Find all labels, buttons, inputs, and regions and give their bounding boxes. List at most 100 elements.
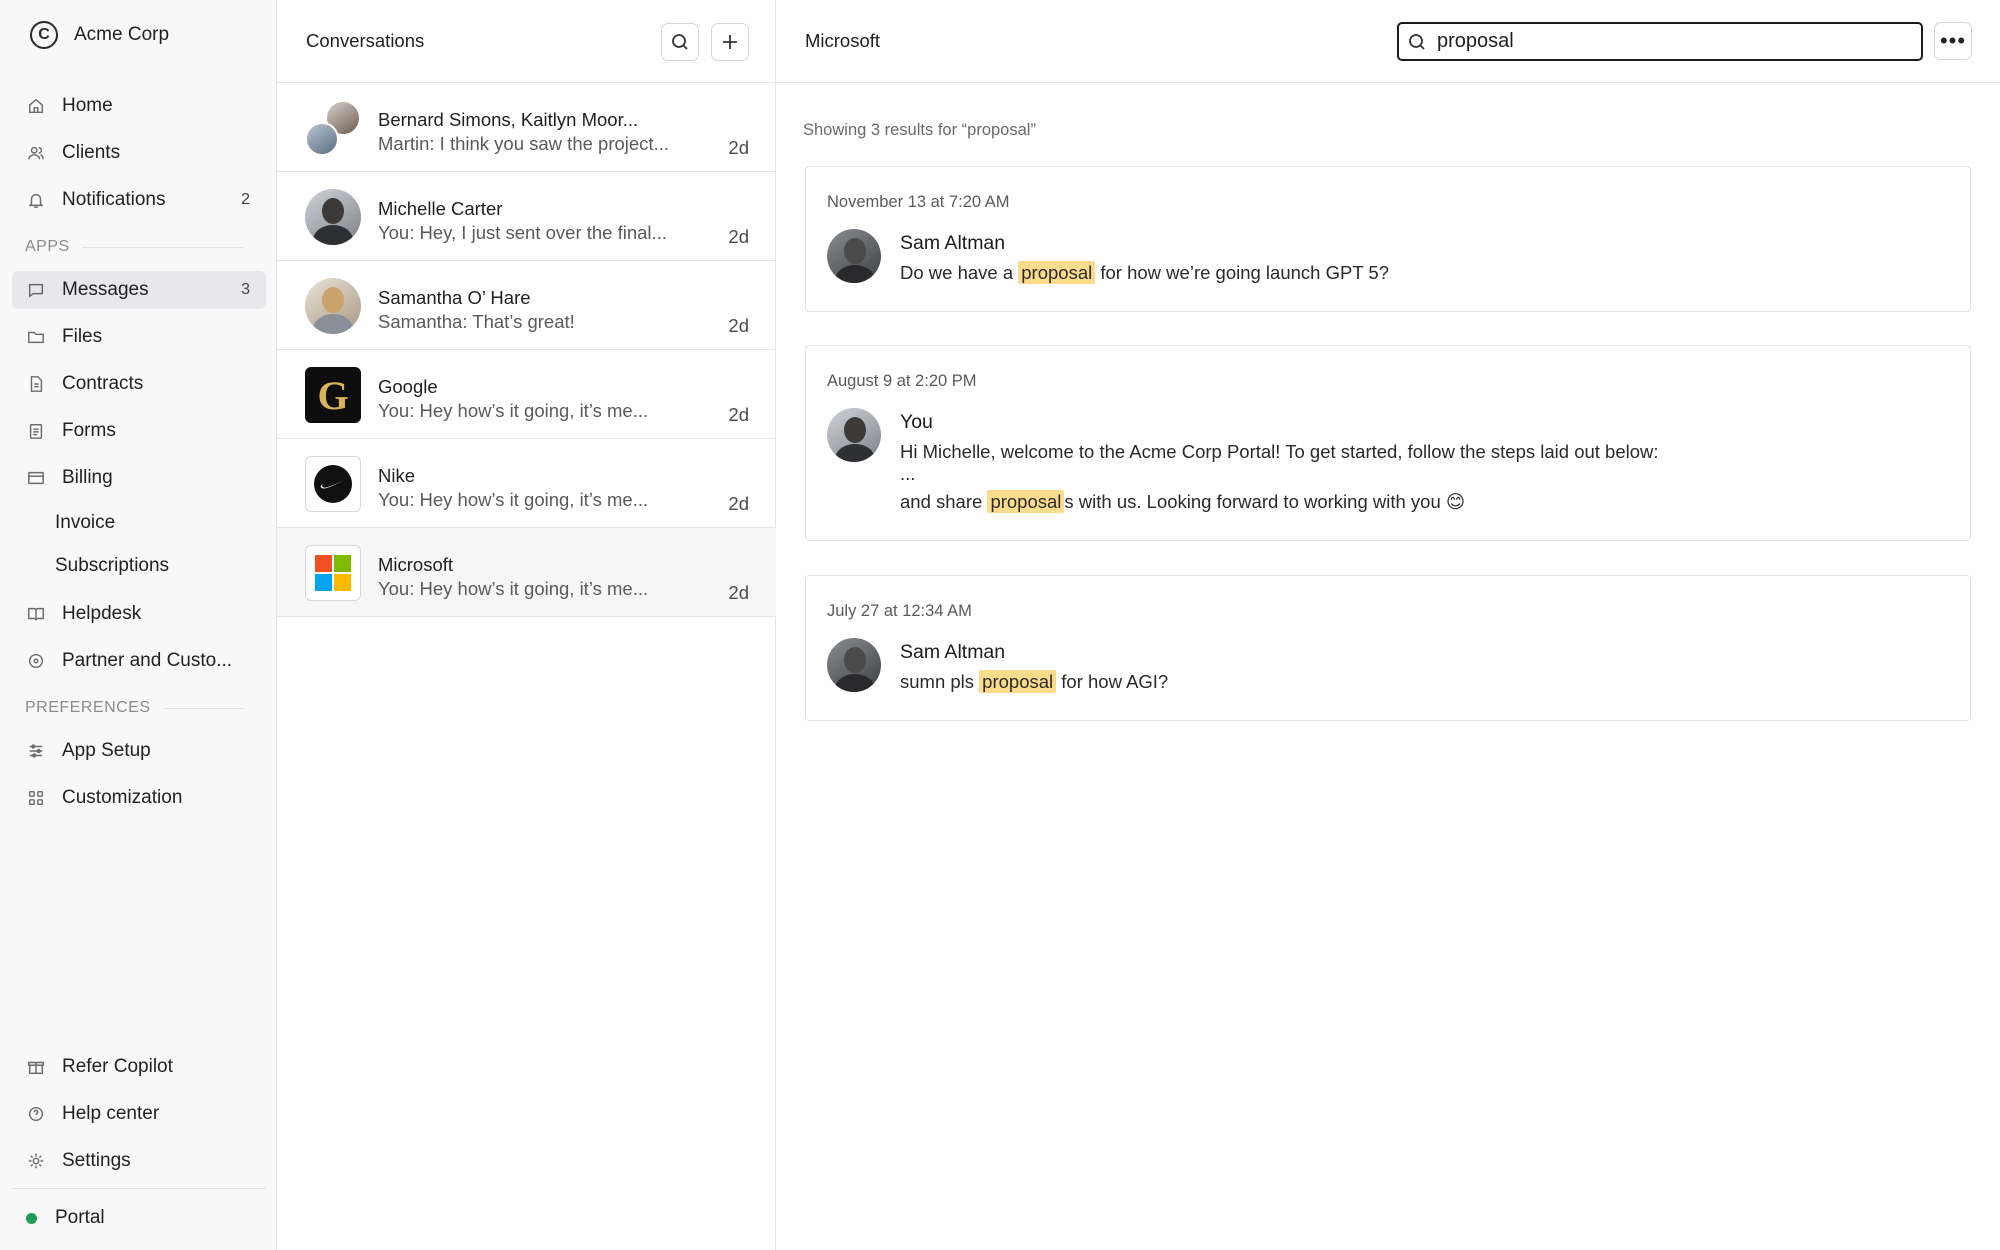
- section-label: PREFERENCES: [25, 699, 151, 716]
- messages-count: 3: [241, 281, 250, 298]
- search-result-card[interactable]: November 13 at 7:20 AM Sam Altman Do we …: [805, 166, 1971, 312]
- status-dot-icon: [26, 1212, 37, 1224]
- avatar: [305, 278, 361, 334]
- results-summary: Showing 3 results for “proposal”: [803, 121, 1036, 139]
- sidebar-item-refer[interactable]: Refer Copilot: [12, 1048, 266, 1086]
- message-search-field[interactable]: [1397, 22, 1923, 61]
- sidebar-item-label: Clients: [62, 142, 121, 163]
- plus-icon: [723, 35, 737, 49]
- microsoft-logo-icon: [305, 545, 361, 601]
- avatar-photo-icon: [305, 122, 339, 156]
- sidebar-item-files[interactable]: Files: [12, 318, 266, 356]
- sidebar-item-partner[interactable]: Partner and Custo...: [12, 642, 266, 680]
- conversation-preview: You: Hey how’s it going, it’s me...: [378, 578, 649, 599]
- conversation-name: Nike: [378, 465, 416, 486]
- message-header: Microsoft •••: [776, 0, 2000, 83]
- avatar: [827, 229, 881, 283]
- sidebar-item-label: Files: [62, 326, 103, 347]
- sidebar-item-billing[interactable]: Billing: [12, 459, 266, 497]
- sidebar-item-customization[interactable]: Customization: [12, 779, 266, 817]
- avatar: [827, 638, 881, 692]
- brand[interactable]: C Acme Corp: [30, 21, 169, 49]
- conversation-item[interactable]: G Google You: Hey how’s it going, it’s m…: [277, 350, 776, 439]
- result-date: November 13 at 7:20 AM: [827, 193, 1010, 211]
- result-sender: Sam Altman: [900, 232, 1006, 254]
- message-icon: [26, 280, 46, 300]
- sidebar-item-label: Messages: [62, 279, 149, 300]
- new-conversation-button[interactable]: [711, 23, 749, 61]
- sidebar-item-settings[interactable]: Settings: [12, 1142, 266, 1180]
- sidebar-item-forms[interactable]: Forms: [12, 412, 266, 450]
- conversation-time: 2d: [728, 404, 749, 425]
- sidebar-item-clients[interactable]: Clients: [12, 134, 266, 172]
- gear-icon: [26, 1151, 46, 1171]
- conversation-time: 2d: [728, 493, 749, 514]
- gift-icon: [26, 1057, 46, 1077]
- sidebar-item-label: Helpdesk: [62, 603, 142, 624]
- search-icon: [1409, 33, 1425, 50]
- search-result-card[interactable]: August 9 at 2:20 PM You Hi Michelle, wel…: [805, 345, 1971, 541]
- result-text: and share proposal s with us. Looking for…: [900, 490, 1466, 513]
- conversation-item[interactable]: Samantha O’ Hare Samantha: That’s great!…: [277, 261, 776, 350]
- clipboard-icon: [26, 421, 46, 441]
- result-sender: Sam Altman: [900, 641, 1006, 663]
- section-divider: [162, 707, 243, 709]
- result-date: July 27 at 12:34 AM: [827, 602, 972, 620]
- section-divider: [81, 246, 243, 248]
- sidebar-item-subscriptions[interactable]: Subscriptions: [55, 555, 169, 577]
- conversation-name: Bernard Simons, Kaitlyn Moor...: [378, 109, 639, 130]
- conversation-time: 2d: [728, 137, 749, 158]
- nike-logo-icon: [305, 456, 361, 512]
- brand-name: Acme Corp: [74, 24, 170, 45]
- section-label: APPS: [25, 238, 70, 255]
- search-highlight: proposal: [987, 490, 1065, 513]
- search-conversations-button[interactable]: [661, 23, 699, 61]
- conversation-item[interactable]: Bernard Simons, Kaitlyn Moor... Martin: …: [277, 83, 776, 172]
- sidebar-item-label: Partner and Custo...: [62, 650, 233, 671]
- conversation-preview: You: Hey how’s it going, it’s me...: [378, 489, 649, 510]
- sidebar-item-messages[interactable]: Messages 3: [12, 271, 266, 309]
- sidebar-item-notifications[interactable]: Notifications 2: [12, 181, 266, 219]
- conversation-item[interactable]: Microsoft You: Hey how’s it going, it’s …: [277, 528, 776, 617]
- sidebar-item-label: Refer Copilot: [62, 1056, 173, 1077]
- result-sender: You: [900, 411, 933, 433]
- contract-icon: [26, 374, 46, 394]
- conversations-panel: Conversations Bernard Simons, Kaitlyn Mo…: [277, 0, 776, 1250]
- result-text: Do we have a proposal for how we’re goin…: [900, 261, 1390, 284]
- sidebar-item-app-setup[interactable]: App Setup: [12, 732, 266, 770]
- conversation-item[interactable]: Nike You: Hey how’s it going, it’s me...…: [277, 439, 776, 528]
- portal-label: Portal: [55, 1207, 105, 1228]
- sidebar-item-label: Help center: [62, 1103, 160, 1124]
- conversation-time: 2d: [728, 226, 749, 247]
- conversation-preview: Samantha: That’s great!: [378, 311, 575, 332]
- sidebar-item-contracts[interactable]: Contracts: [12, 365, 266, 403]
- brand-logo-icon: C: [30, 21, 58, 49]
- search-result-card[interactable]: July 27 at 12:34 AM Sam Altman sumn pls …: [805, 575, 1971, 721]
- sidebar-item-label: Customization: [62, 787, 183, 808]
- ellipsis-icon: •••: [1939, 28, 1967, 53]
- sliders-icon: [26, 741, 46, 761]
- portal-link[interactable]: Portal: [26, 1207, 105, 1229]
- sidebar-item-label: App Setup: [62, 740, 151, 761]
- folder-icon: [26, 327, 46, 347]
- sidebar-item-helpdesk[interactable]: Helpdesk: [12, 595, 266, 633]
- search-icon: [672, 34, 688, 50]
- bell-icon: [26, 190, 46, 210]
- message-search-input[interactable]: [1437, 30, 1897, 53]
- search-highlight: proposal: [1018, 261, 1096, 284]
- help-icon: [26, 1104, 46, 1124]
- sidebar-item-invoice[interactable]: Invoice: [55, 512, 115, 534]
- sidebar-item-label: Forms: [62, 420, 116, 441]
- conversation-preview: You: Hey how’s it going, it’s me...: [378, 400, 649, 421]
- more-options-button[interactable]: •••: [1934, 22, 1972, 60]
- conversation-item[interactable]: Michelle Carter You: Hey, I just sent ov…: [277, 172, 776, 261]
- sidebar-item-home[interactable]: Home: [12, 87, 266, 125]
- result-text-line2: ...: [900, 463, 916, 484]
- avatar: [305, 189, 361, 245]
- conversation-time: 2d: [728, 582, 749, 603]
- conversations-title: Conversations: [306, 30, 425, 51]
- sidebar-item-label: Settings: [62, 1150, 131, 1171]
- sidebar-item-help[interactable]: Help center: [12, 1095, 266, 1133]
- section-preferences: PREFERENCES: [25, 699, 243, 717]
- result-text-line1: Hi Michelle, welcome to the Acme Corp Po…: [900, 441, 1659, 462]
